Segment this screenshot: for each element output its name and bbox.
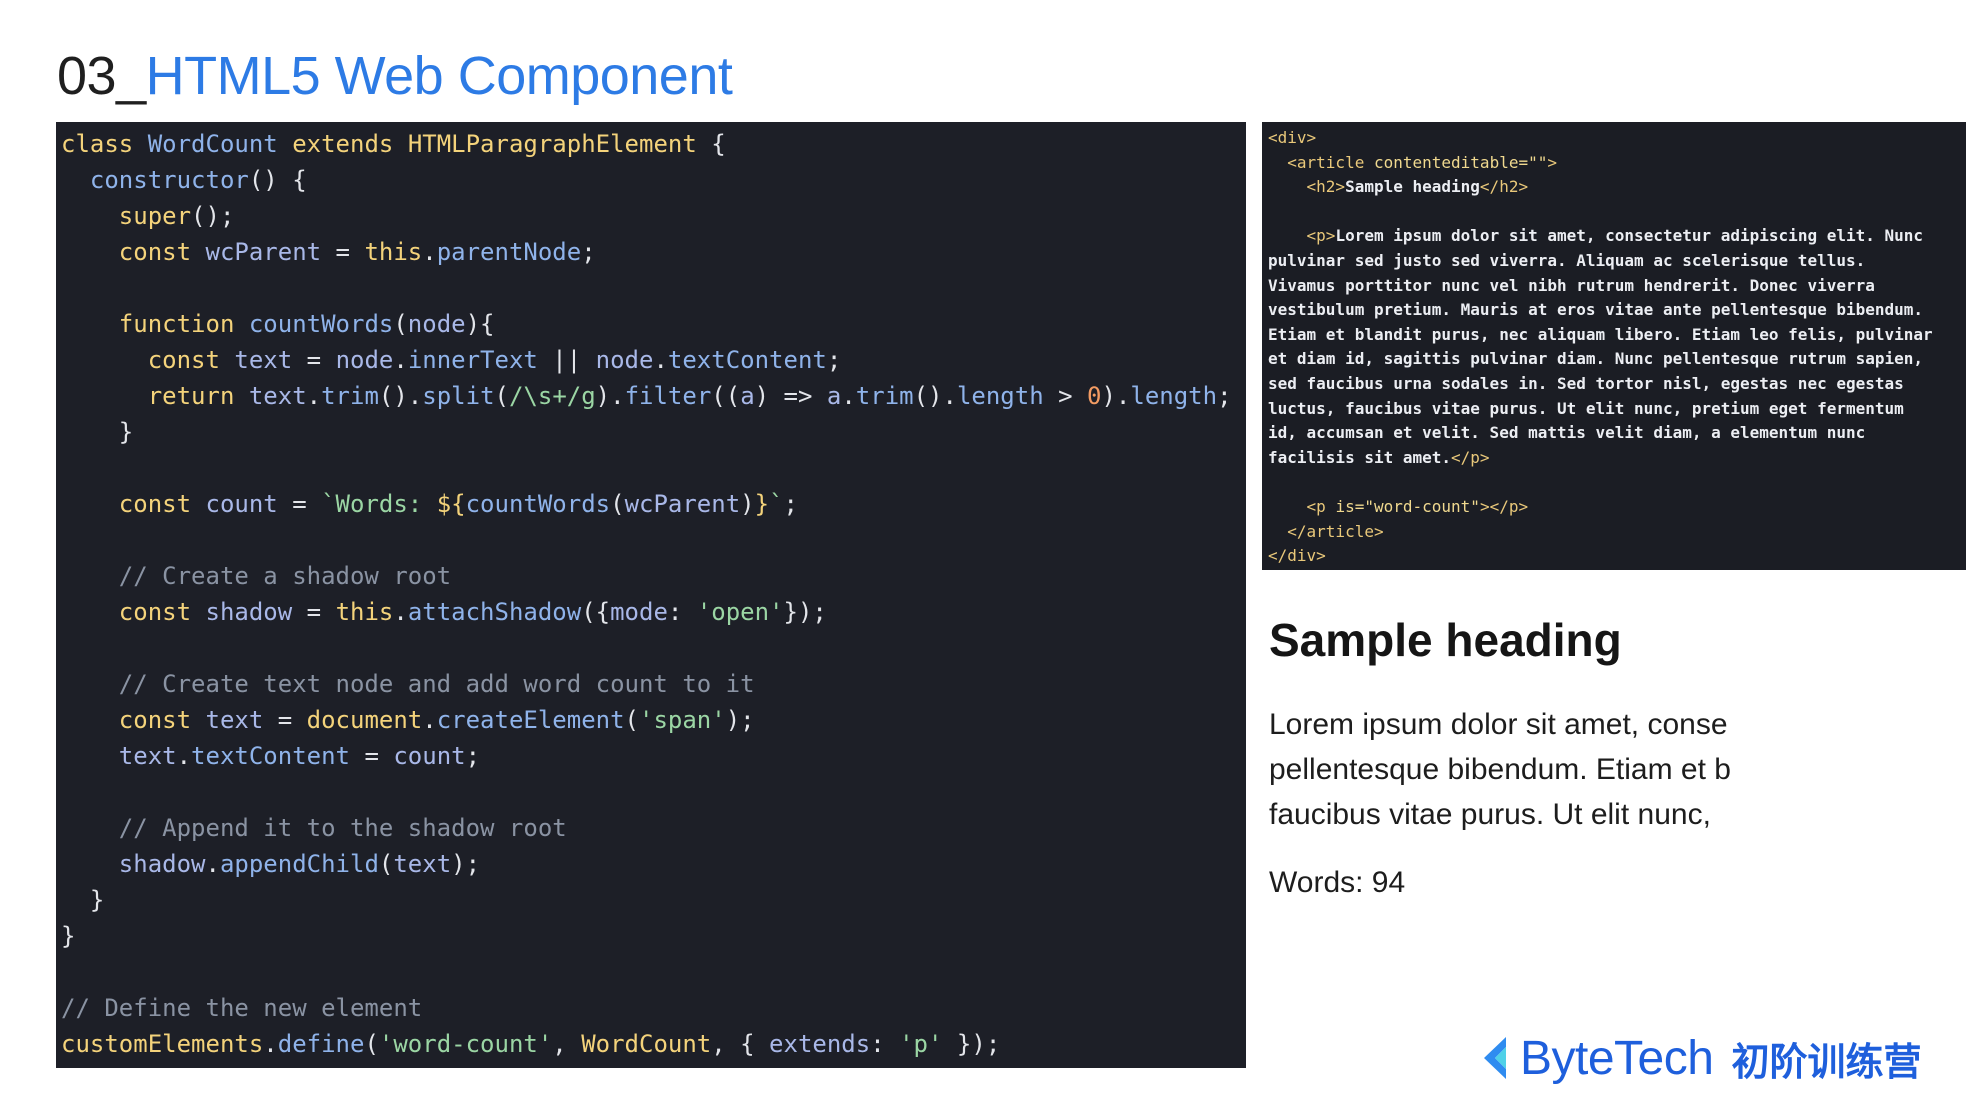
html-source-line: sed faucibus urna sodales in. Sed tortor… <box>1268 373 1904 393</box>
html-source-line: <p>Lorem ipsum dolor sit amet, consectet… <box>1306 226 1924 246</box>
code-line: customElements.define('word-count', Word… <box>61 1030 1001 1058</box>
preview-paragraph-line: faucibus vitae purus. Ut elit nunc, <box>1269 798 1711 831</box>
html-source-line: Etiam et blandit purus, nec aliquam libe… <box>1268 324 1933 344</box>
slide-title-text: HTML5 Web Component <box>145 46 733 106</box>
html-source-line: et diam id, sagittis pulvinar diam. Nunc… <box>1268 349 1924 369</box>
preview-paragraph: Lorem ipsum dolor sit amet, conse pellen… <box>1269 702 1774 837</box>
html-source-line: luctus, faucibus vitae purus. Ut elit nu… <box>1268 398 1904 418</box>
brand-footer: ByteTech 初阶训练营 <box>1478 1028 1921 1088</box>
code-line: shadow.appendChild(text); <box>118 850 481 878</box>
code-line: text.textContent = count; <box>118 742 481 770</box>
code-line: ​ <box>61 630 1246 666</box>
html-source-panel: <div> <article contenteditable=""> <h2>S… <box>1262 122 1966 570</box>
html-source-line: </div> <box>1268 546 1326 566</box>
code-line: function countWords(node){ <box>118 310 495 338</box>
code-line: ​ <box>61 522 1246 558</box>
html-source-line: <p is="word-count"></p> <box>1306 496 1529 516</box>
html-source-line: pulvinar sed justo sed viverra. Aliquam … <box>1268 250 1866 270</box>
code-line: } <box>61 418 134 446</box>
code-line: ​ <box>61 270 1246 306</box>
code-line: ​ <box>61 774 1246 810</box>
brand-subtitle: 初阶训练营 <box>1731 1041 1922 1084</box>
html-source-line: <h2>Sample heading</h2> <box>1306 177 1529 197</box>
preview-paragraph-line: Lorem ipsum dolor sit amet, conse <box>1269 708 1728 741</box>
code-line: const count = `Words: ${countWords(wcPar… <box>118 490 798 518</box>
brand-name: ByteTech <box>1520 1031 1714 1085</box>
html-source-line: <article contenteditable=""> <box>1287 152 1557 172</box>
html-source-line: ​ <box>1268 200 1960 225</box>
html-source-line: ​ <box>1268 470 1960 495</box>
code-line: // Define the new element <box>61 994 423 1022</box>
code-line: ​ <box>61 450 1246 486</box>
code-line: return text.trim().split(/\s+/g).filter(… <box>147 382 1232 410</box>
code-line: // Create a shadow root <box>61 562 452 590</box>
code-line: } <box>61 922 76 950</box>
preview-paragraph-line: pellentesque bibendum. Etiam et b <box>1269 753 1731 786</box>
code-line: const wcParent = this.parentNode; <box>118 238 596 266</box>
code-line: super(); <box>118 202 235 230</box>
html-source-line: </article> <box>1287 521 1384 541</box>
html-source-line: Vivamus porttitor nunc vel nibh rutrum h… <box>1268 275 1875 295</box>
code-line: ​ <box>61 954 1246 990</box>
rendered-preview: Sample heading Lorem ipsum dolor sit ame… <box>1269 612 1789 903</box>
js-code-panel: class WordCount extends HTMLParagraphEle… <box>56 122 1246 1068</box>
code-line: const text = node.innerText || node.text… <box>147 346 842 374</box>
slide-title-number: 03_ <box>57 46 146 106</box>
code-line: // Create text node and add word count t… <box>61 670 755 698</box>
code-line: constructor() { <box>89 166 307 194</box>
html-source-line: vestibulum pretium. Mauris at eros vitae… <box>1268 300 1924 320</box>
html-source-line: id, accumsan et velit. Sed mattis velit … <box>1268 423 1866 443</box>
word-count-output: Words: 94 <box>1269 866 1406 899</box>
code-line: // Append it to the shadow root <box>61 814 567 842</box>
code-line: const text = document.createElement('spa… <box>118 706 755 734</box>
preview-heading: Sample heading <box>1269 614 1622 666</box>
html-source-line: <div> <box>1268 128 1317 147</box>
html-source-line: facilisis sit amet.</p> <box>1268 447 1490 467</box>
code-line: const shadow = this.attachShadow({mode: … <box>118 598 827 626</box>
slide-title: 03_HTML5 Web Component <box>57 44 733 108</box>
code-line: class WordCount extends HTMLParagraphEle… <box>61 130 726 158</box>
bytetech-logo-icon <box>1484 1037 1506 1079</box>
code-line: } <box>61 886 105 914</box>
